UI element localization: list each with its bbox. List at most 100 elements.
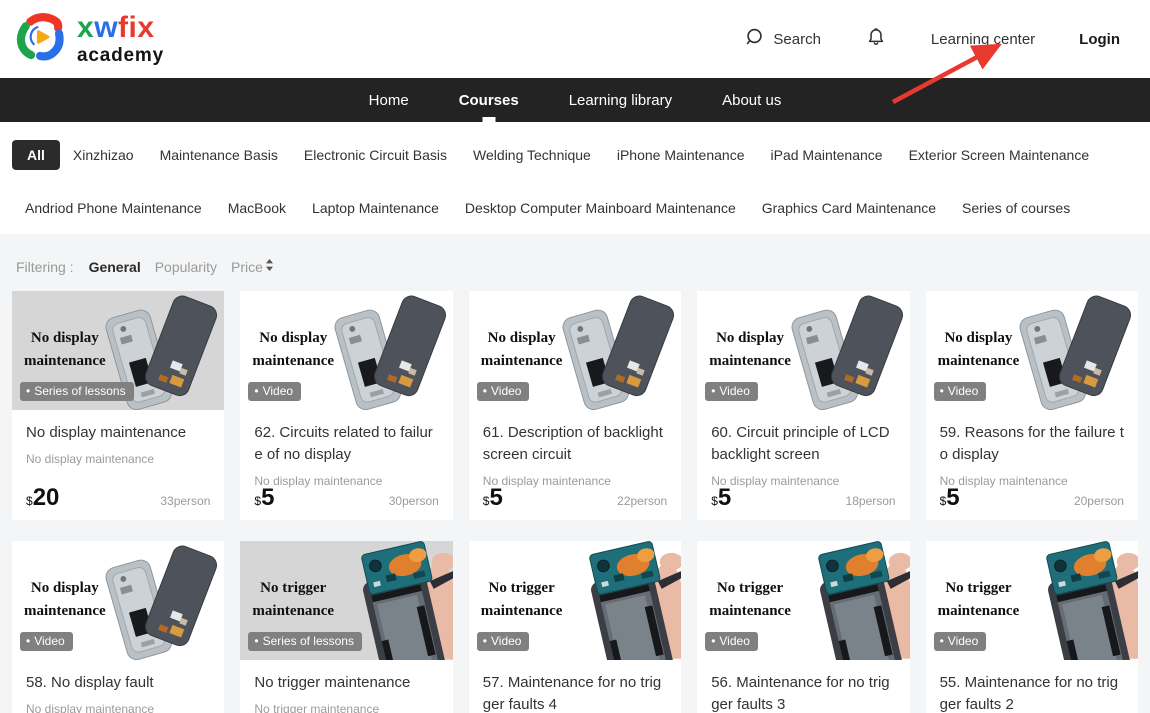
price-row: $5 18person bbox=[711, 484, 895, 512]
course-type-badge: •Video bbox=[248, 382, 301, 401]
category-chip-graphics-card-maintenance[interactable]: Graphics Card Maintenance bbox=[749, 194, 949, 222]
filter-option-popularity[interactable]: Popularity bbox=[155, 259, 217, 275]
category-chip-andriod-phone-maintenance[interactable]: Andriod Phone Maintenance bbox=[12, 194, 215, 222]
filter-option-price[interactable]: Price bbox=[231, 258, 274, 275]
course-card[interactable]: No displaymaintenance bbox=[12, 291, 224, 520]
course-subtitle: No trigger maintenance bbox=[254, 702, 438, 713]
phone-parts-image bbox=[1006, 291, 1138, 410]
phone-parts-image bbox=[778, 291, 910, 410]
course-card-body: 60. Circuit principle of LCD backlight s… bbox=[697, 410, 909, 520]
course-card[interactable]: No displaymaintenance bbox=[926, 291, 1138, 520]
brand-logo[interactable]: xwfix academy bbox=[14, 9, 164, 70]
course-type-badge: •Video bbox=[934, 632, 987, 651]
course-card[interactable]: No displaymaintenance bbox=[240, 291, 452, 520]
course-subtitle: No display maintenance bbox=[26, 452, 210, 466]
course-card-body: 56. Maintenance for no trigger faults 3 bbox=[697, 660, 909, 713]
course-grid: No displaymaintenance bbox=[12, 291, 1138, 713]
search-button[interactable]: Search bbox=[744, 27, 821, 52]
nav-item-learning-library[interactable]: Learning library bbox=[567, 78, 674, 122]
category-chip-xinzhizao[interactable]: Xinzhizao bbox=[60, 141, 147, 169]
mainboard-repair-image bbox=[778, 541, 910, 660]
price-row: $5 20person bbox=[940, 484, 1124, 512]
course-card[interactable]: No triggermaintenance bbox=[240, 541, 452, 713]
phone-parts-image bbox=[321, 291, 453, 410]
price-row: $5 30person bbox=[254, 484, 438, 512]
price-row: $5 22person bbox=[483, 484, 667, 512]
course-thumbnail: No displaymaintenance bbox=[469, 291, 681, 410]
category-chip-all[interactable]: All bbox=[12, 140, 60, 170]
course-subtitle: No display maintenance bbox=[26, 702, 210, 713]
badge-bullet: • bbox=[26, 635, 30, 647]
badge-bullet: • bbox=[940, 385, 944, 397]
enrolled-count: 30person bbox=[389, 494, 439, 508]
course-type-badge: •Series of lessons bbox=[248, 632, 362, 651]
course-card[interactable]: No triggermaintenance bbox=[697, 541, 909, 713]
course-price: $5 bbox=[711, 484, 731, 512]
brand-academy: academy bbox=[77, 46, 164, 65]
course-price: $5 bbox=[940, 484, 960, 512]
course-card[interactable]: No displaymaintenance bbox=[12, 541, 224, 713]
category-chip-laptop-maintenance[interactable]: Laptop Maintenance bbox=[299, 194, 452, 222]
category-chip-iphone-maintenance[interactable]: iPhone Maintenance bbox=[604, 141, 758, 169]
course-card-body: 62. Circuits related to failure of no di… bbox=[240, 410, 452, 520]
course-price: $5 bbox=[483, 484, 503, 512]
course-thumbnail: No triggermaintenance bbox=[469, 541, 681, 660]
course-card-body: No display maintenance No display mainte… bbox=[12, 410, 224, 520]
category-chip-ipad-maintenance[interactable]: iPad Maintenance bbox=[758, 141, 896, 169]
category-filter-bar: AllXinzhizaoMaintenance BasisElectronic … bbox=[0, 122, 1150, 234]
course-title: 62. Circuits related to failure of no di… bbox=[254, 422, 438, 466]
navbar: Home Courses Learning library About us bbox=[0, 78, 1150, 122]
enrolled-count: 33person bbox=[160, 494, 210, 508]
course-title: 61. Description of backlight screen circ… bbox=[483, 422, 667, 466]
course-card-body: 58. No display fault No display maintena… bbox=[12, 660, 224, 713]
enrolled-count: 18person bbox=[846, 494, 896, 508]
category-chip-exterior-screen-maintenance[interactable]: Exterior Screen Maintenance bbox=[896, 141, 1103, 169]
category-chip-desktop-computer-mainboard-maintenance[interactable]: Desktop Computer Mainboard Maintenance bbox=[452, 194, 749, 222]
badge-bullet: • bbox=[26, 385, 30, 397]
course-title: 60. Circuit principle of LCD backlight s… bbox=[711, 422, 895, 466]
category-chip-electronic-circuit-basis[interactable]: Electronic Circuit Basis bbox=[291, 141, 460, 169]
price-sort-icon[interactable] bbox=[265, 258, 274, 275]
course-card[interactable]: No triggermaintenance bbox=[926, 541, 1138, 713]
notification-bell[interactable] bbox=[865, 25, 887, 53]
header-actions: Search Learning center Login bbox=[744, 25, 1120, 53]
course-type-badge: •Video bbox=[477, 632, 530, 651]
mainboard-repair-image bbox=[1006, 541, 1138, 660]
course-card-body: 55. Maintenance for no trigger faults 2 bbox=[926, 660, 1138, 713]
search-label: Search bbox=[773, 31, 821, 48]
course-card[interactable]: No triggermaintenance bbox=[469, 541, 681, 713]
course-card[interactable]: No displaymaintenance bbox=[697, 291, 909, 520]
course-type-badge: •Video bbox=[477, 382, 530, 401]
badge-bullet: • bbox=[483, 635, 487, 647]
course-card-body: 59. Reasons for the failure to display N… bbox=[926, 410, 1138, 520]
course-title: No trigger maintenance bbox=[254, 672, 438, 694]
course-thumbnail: No displaymaintenance bbox=[12, 291, 224, 410]
badge-bullet: • bbox=[711, 385, 715, 397]
course-title: 58. No display fault bbox=[26, 672, 210, 694]
phone-parts-image bbox=[92, 541, 224, 660]
login-link[interactable]: Login bbox=[1079, 31, 1120, 48]
logo-icon bbox=[14, 9, 68, 70]
nav-item-home[interactable]: Home bbox=[367, 78, 411, 122]
filtering-label: Filtering : bbox=[16, 259, 74, 275]
learning-center-link[interactable]: Learning center bbox=[931, 31, 1035, 48]
course-title: 59. Reasons for the failure to display bbox=[940, 422, 1124, 466]
category-chip-maintenance-basis[interactable]: Maintenance Basis bbox=[147, 141, 291, 169]
filtering-row: Filtering : General Popularity Price bbox=[12, 234, 1138, 275]
badge-bullet: • bbox=[254, 635, 258, 647]
course-card[interactable]: No displaymaintenance bbox=[469, 291, 681, 520]
bell-icon bbox=[865, 25, 887, 53]
filter-option-general[interactable]: General bbox=[89, 259, 141, 275]
nav-item-courses[interactable]: Courses bbox=[457, 78, 521, 122]
category-chip-series-of-courses[interactable]: Series of courses bbox=[949, 194, 1083, 222]
header: xwfix academy Search Learning cen bbox=[0, 0, 1150, 78]
badge-bullet: • bbox=[711, 635, 715, 647]
nav-item-about-us[interactable]: About us bbox=[720, 78, 783, 122]
badge-bullet: • bbox=[483, 385, 487, 397]
course-title: 57. Maintenance for no trigger faults 4 bbox=[483, 672, 667, 713]
course-type-badge: •Video bbox=[705, 632, 758, 651]
course-type-badge: •Series of lessons bbox=[20, 382, 134, 401]
category-chip-macbook[interactable]: MacBook bbox=[215, 194, 299, 222]
course-card-body: 57. Maintenance for no trigger faults 4 bbox=[469, 660, 681, 713]
category-chip-welding-technique[interactable]: Welding Technique bbox=[460, 141, 604, 169]
